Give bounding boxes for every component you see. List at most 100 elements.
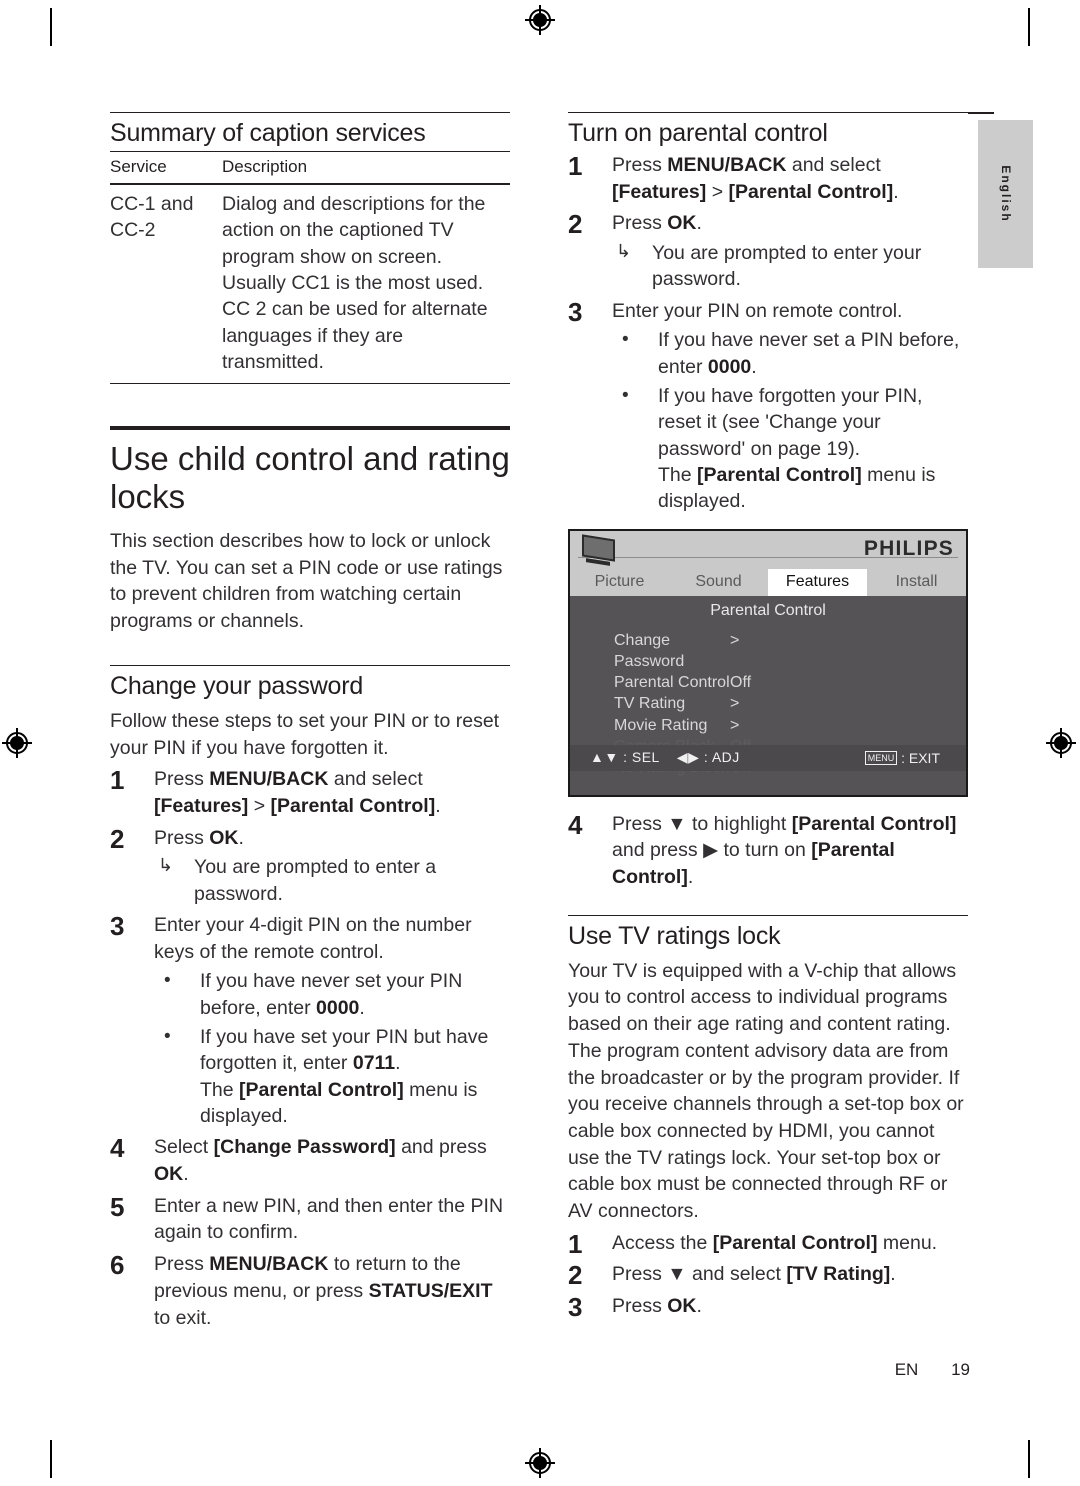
- tv-osd-tab-features[interactable]: Features: [768, 568, 867, 596]
- tv-osd-adj-hint: ◀▶ : ADJ: [676, 749, 740, 766]
- step-item: 4 Select [Change Password] and press OK.: [110, 1133, 510, 1187]
- tv-ratings-steps: 1 Access the [Parental Control] menu. 2 Pre…: [568, 1228, 968, 1322]
- step-number: 2: [110, 823, 125, 854]
- bullet-icon: •: [164, 1026, 171, 1048]
- result-text: You are prompted to enter a password.: [194, 856, 437, 905]
- plain-text: Press: [154, 1253, 210, 1276]
- tv-osd-menu-item[interactable]: TV Rating >: [614, 693, 966, 714]
- emphasis-text: OK: [667, 212, 697, 235]
- tv-osd-tab-install[interactable]: Install: [867, 569, 966, 596]
- menu-key-icon: MENU: [864, 750, 898, 765]
- tv-osd-item-label: Parental Control: [614, 674, 730, 692]
- chapter-intro: This section describes how to lock or un…: [110, 530, 503, 633]
- step-text: Access the [Parental Control] menu.: [612, 1232, 937, 1254]
- footer-locale: EN: [894, 1360, 919, 1379]
- emphasis-text: [Parental Control]: [270, 794, 436, 817]
- table-row: CC-1 and CC-2 Dialog and descriptions fo…: [110, 184, 510, 384]
- result-text: You are prompted to enter your password.: [652, 242, 922, 291]
- tv-osd-item-label: TV Rating: [614, 695, 686, 713]
- plain-text: Access the: [612, 1231, 713, 1254]
- crop-mark-bottom-right: [1028, 1440, 1030, 1478]
- plain-text: Press: [154, 826, 210, 849]
- tv-osd-exit-hint: MENU : EXIT: [864, 750, 966, 766]
- emphasis-text: OK: [667, 1295, 697, 1318]
- turn-on-steps: 1 Press MENU/BACK and select [Features] >…: [568, 151, 968, 515]
- step-item: 5 Enter a new PIN, and then enter the PIN…: [110, 1192, 510, 1246]
- tv-osd-sel-hint: ▲▼ : SEL: [590, 749, 660, 766]
- caption-services-table: Service Description CC-1 and CC-2 Dialog…: [110, 151, 510, 384]
- emphasis-text: [Features]: [612, 180, 707, 203]
- plain-text: and select: [686, 1263, 787, 1286]
- page-footer: EN 19: [0, 1360, 1080, 1380]
- plain-text: Press: [612, 212, 668, 235]
- emphasis-text: MENU/BACK: [209, 1253, 329, 1276]
- step-item: 2 Press OK. ↳ You are prompted to enter a p…: [110, 823, 510, 907]
- step-item: 4 Press ▼ to highlight [Parental Control]…: [568, 810, 968, 891]
- step-item: 2 Press ▼ and select [TV Rating].: [568, 1260, 968, 1290]
- turn-on-rule: [568, 112, 968, 113]
- emphasis-text: [Parental Control]: [791, 812, 957, 835]
- step-number: 3: [568, 1292, 583, 1323]
- left-column: Summary of caption services Service Desc…: [110, 112, 510, 1331]
- crop-mark-top-left: [50, 8, 52, 46]
- plain-text: Press: [154, 768, 210, 791]
- tv-osd-menu-title: Parental Control: [710, 601, 826, 619]
- emphasis-text: [Change Password]: [213, 1136, 396, 1159]
- step-number: 1: [568, 1228, 583, 1259]
- step-number: 2: [568, 1260, 583, 1291]
- plain-text: .: [696, 1295, 702, 1318]
- step-number: 6: [110, 1250, 125, 1281]
- registration-mark-left: [2, 728, 32, 758]
- tv-osd-item-value: Off: [730, 674, 752, 692]
- emphasis-text: 0711: [352, 1052, 396, 1075]
- tv-ratings-body: Your TV is equipped with a V-chip that a…: [568, 959, 964, 1223]
- step-item: 3 Press OK.: [568, 1292, 968, 1322]
- step-item: 1 Press MENU/BACK and select [Features] >…: [110, 765, 510, 819]
- tv-osd-tab-picture[interactable]: Picture: [570, 569, 669, 596]
- emphasis-text: [TV Rating]: [786, 1263, 891, 1286]
- plain-text: to turn on: [718, 839, 812, 862]
- bullet-icon: •: [164, 970, 171, 992]
- plain-text: to highlight: [686, 812, 792, 835]
- emphasis-text: [Parental Control]: [712, 1231, 878, 1254]
- emphasis-text: 0000: [707, 355, 752, 378]
- bullet-icon: •: [622, 329, 629, 351]
- tv-osd-screenshot: PHILIPS Picture Sound Features Install Pare…: [568, 528, 968, 797]
- plain-text: >: [706, 180, 729, 203]
- step-text: Enter your PIN on remote control.: [612, 300, 902, 322]
- step-text: Press MENU/BACK to return to the previou…: [154, 1253, 492, 1328]
- plain-text: Enter a new PIN, and then enter the PIN …: [154, 1194, 504, 1244]
- tv-osd-tab-sound[interactable]: Sound: [669, 569, 768, 596]
- plain-text: and select: [328, 768, 423, 791]
- tv-osd-menu-item[interactable]: Change Password >: [614, 630, 966, 673]
- table-header-service: Service: [110, 157, 167, 176]
- turn-on-step-four: 4 Press ▼ to highlight [Parental Control]…: [568, 810, 968, 891]
- tv-osd-menu-item[interactable]: Parental Control Off: [614, 672, 966, 693]
- step-text: Press MENU/BACK and select [Features] > …: [154, 768, 441, 817]
- bullet-text: If you have forgotten your PIN, reset it…: [658, 385, 922, 460]
- step-text: Press OK.: [154, 827, 244, 849]
- emphasis-text: [Parental Control]: [697, 464, 862, 486]
- result-arrow-icon: ↳: [616, 241, 632, 262]
- registration-mark-right: [1046, 728, 1076, 758]
- tv-osd-item-value: >: [730, 716, 740, 734]
- philips-logo: PHILIPS: [863, 536, 954, 560]
- plain-text: and press: [612, 839, 704, 862]
- bullet-text: If you have set your PIN but have forgot…: [200, 1026, 488, 1074]
- registration-mark-bottom: [525, 1448, 555, 1478]
- table-header-row: Service Description: [110, 151, 510, 184]
- step-result: ↳ You are prompted to enter your password…: [612, 240, 968, 293]
- step-text: Enter your 4-digit PIN on the number key…: [154, 914, 472, 963]
- table-cell-description: Dialog and descriptions for the action o…: [222, 193, 488, 373]
- tv-osd-menu-item[interactable]: Movie Rating >: [614, 715, 966, 736]
- emphasis-text: [Parental Control]: [239, 1078, 404, 1101]
- plain-text: Press: [612, 1295, 668, 1318]
- plain-text: .: [238, 826, 244, 849]
- crop-mark-bottom-left: [50, 1440, 52, 1478]
- emphasis-text: 0000: [316, 996, 360, 1019]
- chapter-rule: [110, 426, 510, 431]
- table-cell-service: CC-1 and CC-2: [110, 193, 194, 242]
- step-bullet: • If you have never set your PIN before, …: [154, 968, 510, 1021]
- chapter-title: Use child control and rating locks: [110, 440, 510, 516]
- step-number: 3: [568, 296, 583, 327]
